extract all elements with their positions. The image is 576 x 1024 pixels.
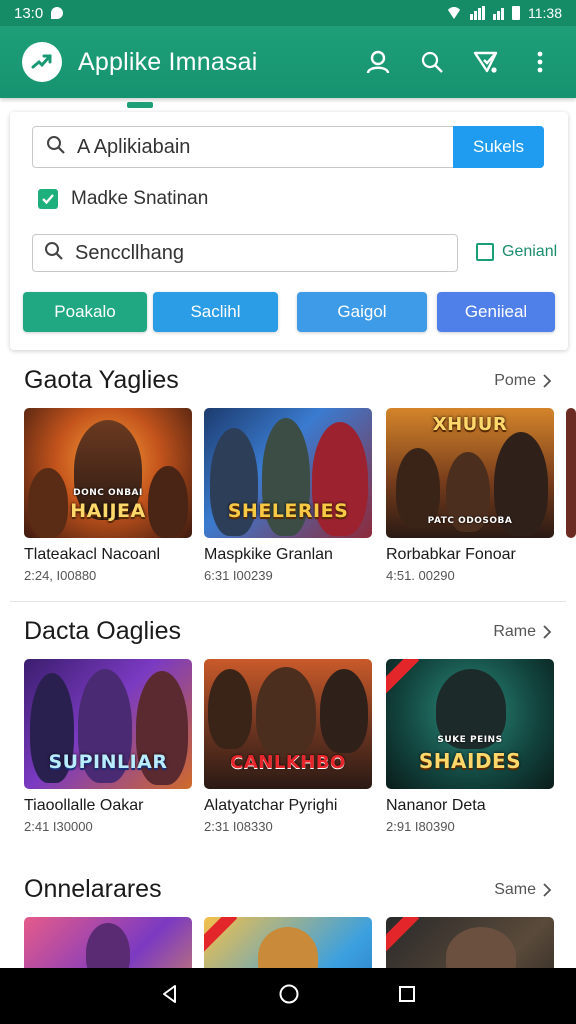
recents-icon[interactable] [397, 984, 417, 1009]
game-title: Tiaoollalle Oakar [24, 797, 144, 814]
filter-button-3[interactable]: Gaigol [297, 292, 427, 332]
section-more-link[interactable]: Same [494, 881, 552, 899]
game-thumbnail: DONC ONBAI HAIJEA [24, 408, 192, 538]
filter-button-row: Poakalo Saclihl Gaigol Geniieal [10, 292, 568, 334]
game-meta: 4:51. 00290 [386, 568, 455, 583]
game-meta: 2:91 I80390 [386, 819, 455, 834]
filter-button-1[interactable]: Poakalo [23, 292, 147, 332]
search-card: A Aplikiabain Sukels Madke Snatinan Senc… [10, 112, 568, 350]
thumbnail-logo-text: HAIJEA [70, 500, 146, 522]
thumbnail-logo-text: SHELERIES [227, 500, 349, 522]
game-meta: 2:41 I30000 [24, 819, 93, 834]
game-thumbnail: CANLKHBO [204, 659, 372, 789]
section-title: Dacta Oaglies [24, 617, 182, 645]
game-title: Nananor Deta [386, 797, 486, 814]
game-tile-partial[interactable] [566, 659, 576, 789]
game-title: Maspkike Granlan [204, 546, 333, 563]
game-thumbnail [566, 659, 576, 789]
primary-search-value: A Aplikiabain [77, 135, 191, 158]
game-thumbnail: SUKE PEINS SHAIDES [386, 659, 554, 789]
game-thumbnail: SUPINLIAR [24, 659, 192, 789]
thumbnail-logo-text: SUPINLIAR [48, 751, 168, 773]
app-bar: Applike Imnasai [0, 26, 576, 98]
search-icon [45, 134, 67, 161]
thumbnail-logo-text: XHUUR [432, 414, 508, 435]
game-thumbnail: SHELERIES [204, 408, 372, 538]
game-tile[interactable]: CANLKHBO Alatyatchar Pyrighi 2:31 I08330 [204, 659, 372, 834]
ribbon-badge [204, 917, 238, 953]
game-title: Rorbabkar Fonoar [386, 546, 516, 563]
primary-search-input[interactable]: A Aplikiabain Sukels [32, 126, 544, 168]
checkbox-empty-icon[interactable] [476, 243, 494, 261]
app-title: Applike Imnasai [78, 47, 258, 76]
checkbox-row[interactable]: Madke Snatinan [38, 188, 208, 210]
game-meta: 6:31 I00239 [204, 568, 273, 583]
section-title: Onnelarares [24, 875, 162, 903]
cast-icon[interactable] [472, 48, 500, 76]
section-divider [10, 601, 566, 602]
status-time-right: 11:38 [528, 5, 562, 21]
more-label: Pome [494, 371, 536, 389]
game-meta: 2:31 I08330 [204, 819, 273, 834]
battery-icon [512, 6, 520, 20]
app-screen: 13:0 11:38 Applike Imnasai A Aplikiabain… [0, 0, 576, 1024]
chevron-right-icon [543, 624, 552, 639]
thumbnail-logo-text: CANLKHBO [230, 752, 346, 773]
chevron-right-icon [543, 882, 552, 897]
game-tile-partial[interactable] [566, 408, 576, 538]
system-nav-bar [0, 968, 576, 1024]
ribbon-badge [386, 917, 420, 953]
game-title: Alatyatchar Pyrighi [204, 797, 338, 814]
tab-indicator [127, 102, 153, 108]
game-tile[interactable]: SUPINLIAR Tiaoollalle Oakar 2:41 I30000 [24, 659, 192, 834]
secondary-checkbox-row[interactable]: Genianl [476, 243, 557, 261]
game-tile[interactable]: DONC ONBAI HAIJEA Tlateakacl Nacoanl 2:2… [24, 408, 192, 583]
status-bar: 13:0 11:38 [0, 0, 576, 26]
game-tile[interactable]: XHUUR PATC ODOSOBA Rorbabkar Fonoar 4:51… [386, 408, 554, 583]
secondary-search-input[interactable]: Senccllhang [32, 234, 458, 272]
section-more-link[interactable]: Pome [494, 372, 552, 390]
thumbnail-caption: SUKE PEINS [437, 735, 503, 745]
checkbox-label: Madke Snatinan [71, 188, 209, 209]
ribbon-badge [386, 659, 420, 695]
section-title: Gaota Yaglies [24, 366, 179, 394]
more-label: Rame [493, 622, 536, 640]
wifi-icon [446, 7, 462, 19]
signal-icon-2 [493, 6, 504, 20]
game-tile[interactable]: SUKE PEINS SHAIDES Nananor Deta 2:91 I80… [386, 659, 554, 834]
chevron-right-icon [543, 373, 552, 388]
home-icon[interactable] [278, 983, 300, 1010]
search-icon [43, 240, 65, 267]
filter-button-4[interactable]: Geniieal [437, 292, 555, 332]
game-thumbnail [566, 408, 576, 538]
app-logo-icon[interactable] [22, 42, 62, 82]
search-button[interactable]: Sukels [453, 126, 544, 168]
notification-icon [51, 7, 64, 19]
section-header: Dacta Oaglies Rame [24, 617, 552, 646]
section-more-link[interactable]: Rame [493, 623, 552, 641]
check-icon[interactable] [38, 189, 58, 209]
status-time: 13:0 [14, 4, 44, 22]
game-thumbnail: XHUUR PATC ODOSOBA [386, 408, 554, 538]
section-header: Gaota Yaglies Pome [24, 366, 552, 395]
back-icon[interactable] [159, 983, 181, 1010]
more-label: Same [494, 880, 536, 898]
game-tile[interactable]: SHELERIES Maspkike Granlan 6:31 I00239 [204, 408, 372, 583]
search-icon[interactable] [418, 48, 446, 76]
thumbnail-caption: DONC ONBAI [73, 488, 143, 498]
thumbnail-caption: PATC ODOSOBA [427, 516, 513, 526]
game-title: Tlateakacl Nacoanl [24, 546, 161, 563]
secondary-checkbox-label: Genianl [502, 243, 558, 260]
account-icon[interactable] [364, 48, 392, 76]
filter-button-2[interactable]: Saclihl [153, 292, 278, 332]
signal-icon [470, 6, 485, 20]
thumbnail-logo-text: SHAIDES [418, 749, 522, 773]
section-header: Onnelarares Same [24, 875, 552, 904]
more-vert-icon[interactable] [526, 48, 554, 76]
secondary-search-placeholder: Senccllhang [75, 241, 184, 264]
game-meta: 2:24, I00880 [24, 568, 97, 583]
